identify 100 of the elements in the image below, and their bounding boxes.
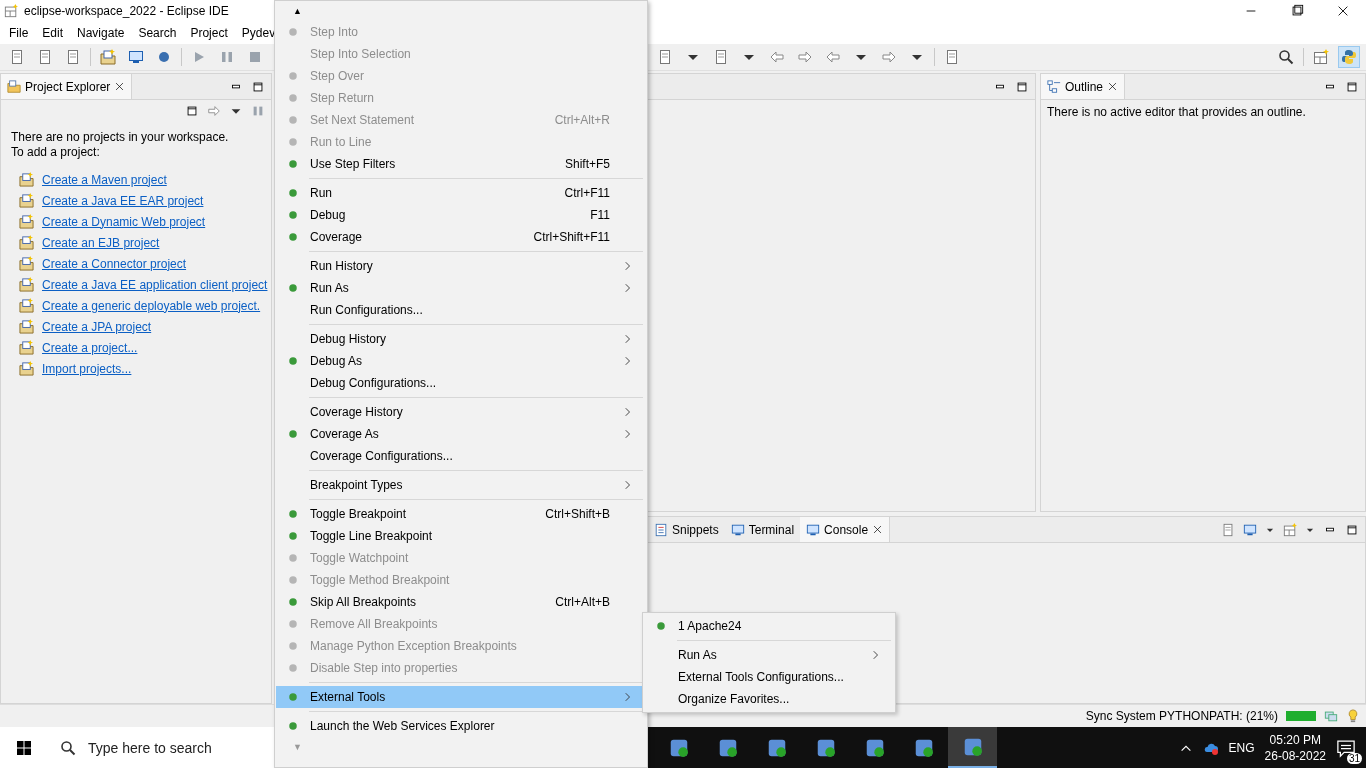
arrow-right-icon xyxy=(881,49,897,65)
stop-icon xyxy=(247,49,263,65)
create-project-link[interactable]: Create a Maven project xyxy=(42,172,167,187)
search-icon xyxy=(1278,49,1294,65)
menu-item[interactable]: Coverage Ctrl+Shift+F11 xyxy=(276,226,646,248)
outline-icon xyxy=(1047,79,1061,94)
menu-bar-item[interactable]: Edit xyxy=(35,24,71,42)
menu-item[interactable]: Run Ctrl+F11 xyxy=(276,182,646,204)
project-icon xyxy=(19,235,34,250)
menu-bar-item[interactable]: Project xyxy=(183,24,235,42)
menu-item[interactable]: Debug Configurations... xyxy=(276,372,646,394)
menu-item[interactable]: Use Step Filters Shift+F5 xyxy=(276,153,646,175)
restore-icon xyxy=(1290,4,1304,18)
create-project-link[interactable]: Create an EJB project xyxy=(42,235,160,250)
arrow-left-icon xyxy=(769,49,785,65)
close-icon[interactable] xyxy=(872,524,884,535)
menu-item[interactable]: Debug F11 xyxy=(276,204,646,226)
create-project-link[interactable]: Create a JPA project xyxy=(42,319,152,334)
view-tab[interactable]: Console xyxy=(800,517,891,542)
view-tab[interactable]: Outline xyxy=(1041,74,1126,99)
menu-item[interactable]: External Tools Configurations... xyxy=(644,666,894,688)
menu-item[interactable]: Toggle Line Breakpoint xyxy=(276,525,646,547)
snippets-icon xyxy=(654,522,668,537)
breakpoint-icon xyxy=(156,49,172,65)
project-icon xyxy=(19,256,34,271)
view-tab[interactable]: Terminal xyxy=(724,517,801,542)
menu-item[interactable]: 1 Apache24 xyxy=(644,615,894,637)
empty-workspace-message: There are no projects in your workspace. xyxy=(11,130,230,145)
start-button[interactable] xyxy=(0,727,48,768)
view-tab[interactable]: Snippets xyxy=(648,517,725,542)
folder-icon xyxy=(7,79,21,94)
create-project-link[interactable]: Create a generic deployable web project. xyxy=(42,298,261,313)
create-project-link[interactable]: Create a Dynamic Web project xyxy=(42,214,206,229)
close-icon[interactable] xyxy=(114,81,126,92)
display-icon[interactable] xyxy=(1243,522,1257,537)
python-icon xyxy=(1341,49,1357,65)
menu-item[interactable]: Toggle Breakpoint Ctrl+Shift+B xyxy=(276,503,646,525)
window-title: eclipse-workspace_2022 - Eclipse IDE xyxy=(24,4,229,18)
pause-icon xyxy=(219,49,235,65)
add-project-prompt: To add a project: xyxy=(11,145,101,160)
terminal-icon xyxy=(730,522,745,537)
menu-item[interactable]: Run Configurations... xyxy=(276,299,646,321)
notification-count: 31 xyxy=(1346,752,1362,764)
maximize-view-icon[interactable] xyxy=(1015,79,1029,94)
arrow-right-icon xyxy=(797,49,813,65)
menu-item[interactable]: Coverage Configurations... xyxy=(276,445,646,467)
create-project-link[interactable]: Create a Java EE EAR project xyxy=(42,193,204,208)
menu-item[interactable]: Breakpoint Types xyxy=(276,474,646,496)
taskbar-search-box[interactable]: Type here to search xyxy=(48,727,274,768)
project-icon xyxy=(19,277,34,292)
menu-bar-item[interactable]: File xyxy=(2,24,36,42)
bulb-icon[interactable] xyxy=(1346,709,1360,723)
menu-item[interactable]: Run As xyxy=(644,644,894,666)
app-logo-icon xyxy=(4,4,18,18)
document-icon xyxy=(657,49,673,65)
view-tab[interactable]: Project Explorer xyxy=(1,74,133,99)
create-project-link[interactable]: Import projects... xyxy=(42,361,132,376)
taskbar-app-button[interactable] xyxy=(948,727,997,768)
maximize-view-icon[interactable] xyxy=(251,79,265,94)
clock-time[interactable]: 05:20 PM xyxy=(1269,732,1321,747)
language-indicator[interactable]: ENG xyxy=(1228,740,1255,755)
project-icon xyxy=(19,319,34,334)
scroll-up-arrow[interactable]: ▲ xyxy=(275,1,647,21)
arrow-left-icon xyxy=(825,49,841,65)
clock-date[interactable]: 26-08-2022 xyxy=(1264,748,1326,763)
search-icon xyxy=(60,739,76,756)
menu-item[interactable]: Run History xyxy=(276,255,646,277)
menu-item[interactable]: Coverage As xyxy=(276,423,646,445)
console-icon xyxy=(806,522,821,537)
menu-item[interactable]: Debug History xyxy=(276,328,646,350)
menu-item[interactable]: Organize Favorites... xyxy=(644,688,894,710)
menu-item[interactable]: Coverage History xyxy=(276,401,646,423)
menu-item[interactable]: Debug As xyxy=(276,350,646,372)
outline-message: There is no active editor that provides an outline. xyxy=(1046,104,1307,121)
monitor-icon xyxy=(128,49,144,65)
document-icon xyxy=(713,49,729,65)
create-project-link[interactable]: Create a project... xyxy=(42,340,138,355)
project-icon xyxy=(19,172,34,187)
menu-bar-item[interactable]: Navigate xyxy=(70,24,132,42)
maximize-view-icon[interactable] xyxy=(1345,522,1359,537)
close-icon xyxy=(1336,4,1350,18)
create-project-link[interactable]: Create a Connector project xyxy=(42,256,187,271)
menu-bar-item[interactable]: Search xyxy=(131,24,184,42)
maximize-view-icon[interactable] xyxy=(1345,79,1359,94)
project-icon xyxy=(19,214,34,229)
project-icon xyxy=(100,49,116,65)
project-icon xyxy=(19,193,34,208)
perspective-icon xyxy=(1313,49,1329,65)
status-task-text: Sync System PYTHONPATH: (21%) xyxy=(1085,709,1278,723)
python-perspective-button[interactable] xyxy=(1338,46,1360,68)
menu-item[interactable]: Run As xyxy=(276,277,646,299)
windows-logo-icon xyxy=(16,739,32,756)
menu-item[interactable]: Launch the Web Services Explorer xyxy=(276,715,646,737)
close-icon[interactable] xyxy=(1107,81,1119,92)
create-project-link[interactable]: Create a Java EE application client project xyxy=(42,277,268,292)
menu-item[interactable]: Skip All Breakpoints Ctrl+Alt+B xyxy=(276,591,646,613)
project-icon xyxy=(19,340,34,355)
project-icon xyxy=(19,298,34,313)
project-icon xyxy=(19,361,34,376)
taskbar-search-field[interactable]: Type here to search xyxy=(86,738,260,757)
